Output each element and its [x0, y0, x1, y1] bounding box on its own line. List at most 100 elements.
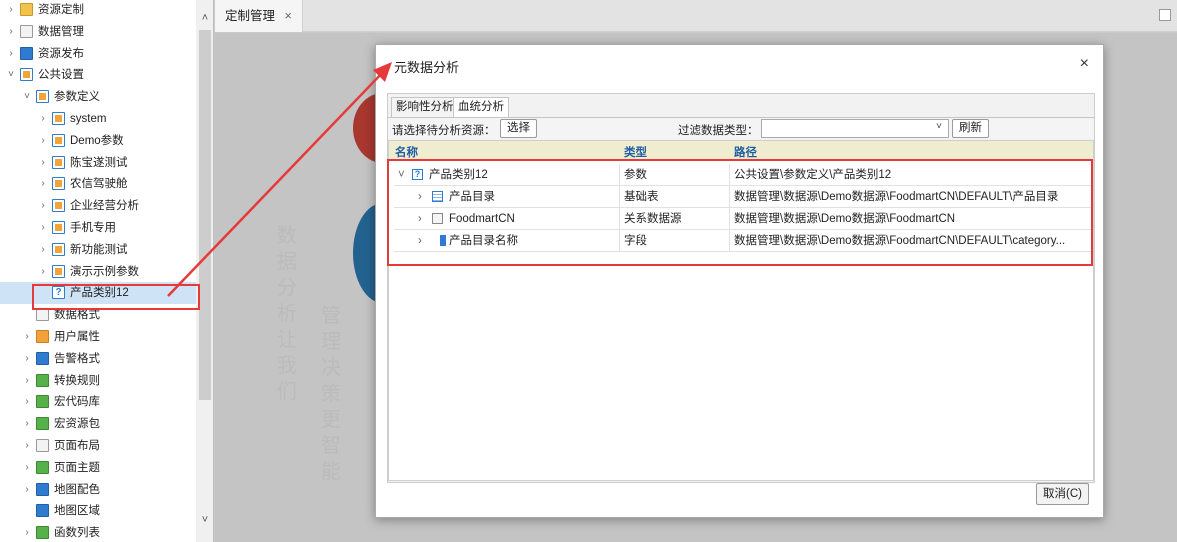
tree-item-label: 参数定义: [54, 91, 100, 104]
node-icon: [52, 112, 65, 125]
metadata-analysis-dialog: 元数据分析 × 影响性分析 血统分析 请选择待分析资源： 选择 过滤数据类型： …: [375, 44, 1104, 518]
tab-custom-management[interactable]: 定制管理 ×: [215, 0, 303, 32]
chevron-right-icon[interactable]: ›: [38, 195, 48, 217]
tree-item[interactable]: › 资源定制: [0, 0, 196, 21]
node-icon: [52, 199, 65, 213]
tree-item-label: 宏资源包: [54, 418, 100, 431]
scrollbar-thumb[interactable]: [199, 30, 211, 400]
tree-item-label: 陈宝遂测试: [70, 156, 128, 169]
tree-item[interactable]: › 宏代码库: [0, 391, 196, 413]
close-icon[interactable]: ×: [1080, 55, 1089, 73]
chevron-right-icon[interactable]: ›: [22, 370, 32, 392]
chevron-right-icon: [22, 304, 32, 326]
chevron-right-icon[interactable]: ›: [38, 217, 48, 239]
node-icon: [52, 264, 65, 278]
tab-lineage-analysis[interactable]: 血统分析: [453, 97, 509, 117]
chevron-right-icon[interactable]: ›: [22, 435, 32, 457]
node-icon: [20, 24, 33, 38]
chevron-right-icon[interactable]: ›: [22, 391, 32, 413]
tree-item[interactable]: › 陈宝遂测试: [0, 152, 196, 174]
refresh-button[interactable]: 刷新: [952, 119, 989, 138]
tree-item-label: 地图配色: [54, 483, 100, 496]
tree-item-label: 转换规则: [54, 374, 100, 387]
tree-item-label: 函数列表: [54, 527, 100, 540]
tree-item-label: 手机专用: [70, 222, 116, 234]
chevron-up-icon[interactable]: ˄: [196, 10, 213, 26]
tree-item[interactable]: › 数据管理: [0, 21, 196, 43]
chevron-right-icon[interactable]: ›: [6, 43, 16, 65]
chevron-right-icon[interactable]: ›: [38, 152, 48, 174]
node-icon: [52, 177, 65, 191]
node-icon: [36, 504, 49, 518]
maximize-icon[interactable]: [1159, 9, 1171, 21]
tree-item[interactable]: › 地图配色: [0, 479, 196, 501]
tree-scrollbar[interactable]: ˄ ˅: [196, 0, 213, 542]
bg-slogan-a: 数据分析让我们: [277, 225, 297, 403]
tree-item-label: 资源发布: [38, 47, 84, 60]
node-icon: [36, 373, 49, 387]
chevron-right-icon[interactable]: ›: [22, 479, 32, 501]
analysis-panel: 影响性分析 血统分析 请选择待分析资源： 选择 过滤数据类型： ˅ 刷新 名称 …: [387, 93, 1095, 483]
chevron-down-icon[interactable]: ˅: [22, 86, 32, 108]
tree-item[interactable]: › 告警格式: [0, 348, 196, 370]
chevron-right-icon[interactable]: ›: [6, 21, 16, 43]
tree-item[interactable]: › 资源发布: [0, 43, 196, 65]
column-header-type[interactable]: 类型: [624, 144, 647, 160]
chevron-right-icon[interactable]: ›: [38, 130, 48, 152]
chevron-right-icon[interactable]: ›: [22, 457, 32, 479]
chevron-right-icon[interactable]: ›: [38, 239, 48, 261]
node-icon: [52, 155, 65, 169]
tree-item-label: Demo参数: [70, 134, 124, 147]
tree-item[interactable]: › 转换规则: [0, 370, 196, 392]
tree-item-label: 企业经营分析: [70, 200, 139, 213]
chevron-down-icon[interactable]: ˅: [196, 512, 213, 528]
tree-item[interactable]: › system: [0, 108, 196, 130]
tree-item[interactable]: › 宏资源包: [0, 413, 196, 435]
tree-item[interactable]: › 用户属性: [0, 326, 196, 348]
tree-item-label: 新功能测试: [70, 243, 128, 256]
chevron-right-icon[interactable]: ›: [22, 413, 32, 435]
chevron-right-icon[interactable]: ›: [22, 326, 32, 348]
select-resource-label: 请选择待分析资源：: [392, 125, 496, 137]
chevron-right-icon[interactable]: ›: [38, 108, 48, 130]
chevron-right-icon[interactable]: ›: [22, 348, 32, 370]
column-header-path[interactable]: 路径: [734, 144, 757, 160]
tree-item[interactable]: ˅ 公共设置: [0, 64, 196, 86]
tab-impact-analysis[interactable]: 影响性分析: [391, 97, 459, 117]
chevron-down-icon[interactable]: ˅: [6, 64, 16, 86]
analysis-toolbar: 请选择待分析资源： 选择 过滤数据类型： ˅ 刷新: [388, 117, 1094, 139]
tree-item[interactable]: › 页面布局: [0, 435, 196, 457]
tree-item[interactable]: › 企业经营分析: [0, 195, 196, 217]
node-icon: [20, 46, 33, 60]
tree-item-label: 地图区域: [54, 505, 100, 518]
node-icon: [52, 133, 65, 147]
node-icon: [36, 526, 49, 540]
chevron-right-icon: [22, 500, 32, 522]
column-header-name[interactable]: 名称: [395, 144, 418, 160]
tree-item[interactable]: › 农信驾驶舱: [0, 173, 196, 195]
chevron-right-icon[interactable]: ›: [6, 0, 16, 21]
tree-item-label: 页面主题: [54, 461, 100, 474]
tree-item[interactable]: › 手机专用: [0, 217, 196, 239]
cancel-button[interactable]: 取消(C): [1036, 483, 1089, 505]
tree-item[interactable]: › 函数列表: [0, 522, 196, 542]
select-button[interactable]: 选择: [500, 119, 537, 138]
tree-item[interactable]: › Demo参数: [0, 130, 196, 152]
chevron-right-icon[interactable]: ›: [38, 173, 48, 195]
tree-item-label: 农信驾驶舱: [70, 178, 128, 191]
tree-item[interactable]: ˅ 参数定义: [0, 86, 196, 108]
close-icon[interactable]: ×: [285, 9, 292, 23]
tree-item[interactable]: › 新功能测试: [0, 239, 196, 261]
tree-item[interactable]: › 页面主题: [0, 457, 196, 479]
chevron-down-icon: ˅: [936, 121, 942, 132]
tree-item[interactable]: › 演示示例参数: [0, 261, 196, 283]
chevron-right-icon[interactable]: ›: [38, 261, 48, 283]
tree-item-label: 用户属性: [54, 331, 100, 343]
tree-item[interactable]: 地图区域: [0, 500, 196, 522]
node-icon: [36, 351, 49, 365]
node-icon: [36, 330, 49, 343]
chevron-right-icon[interactable]: ›: [22, 522, 32, 542]
grid-header: 名称 类型 路径: [389, 141, 1093, 161]
node-icon: [36, 460, 49, 474]
filter-type-select[interactable]: ˅: [761, 119, 949, 138]
